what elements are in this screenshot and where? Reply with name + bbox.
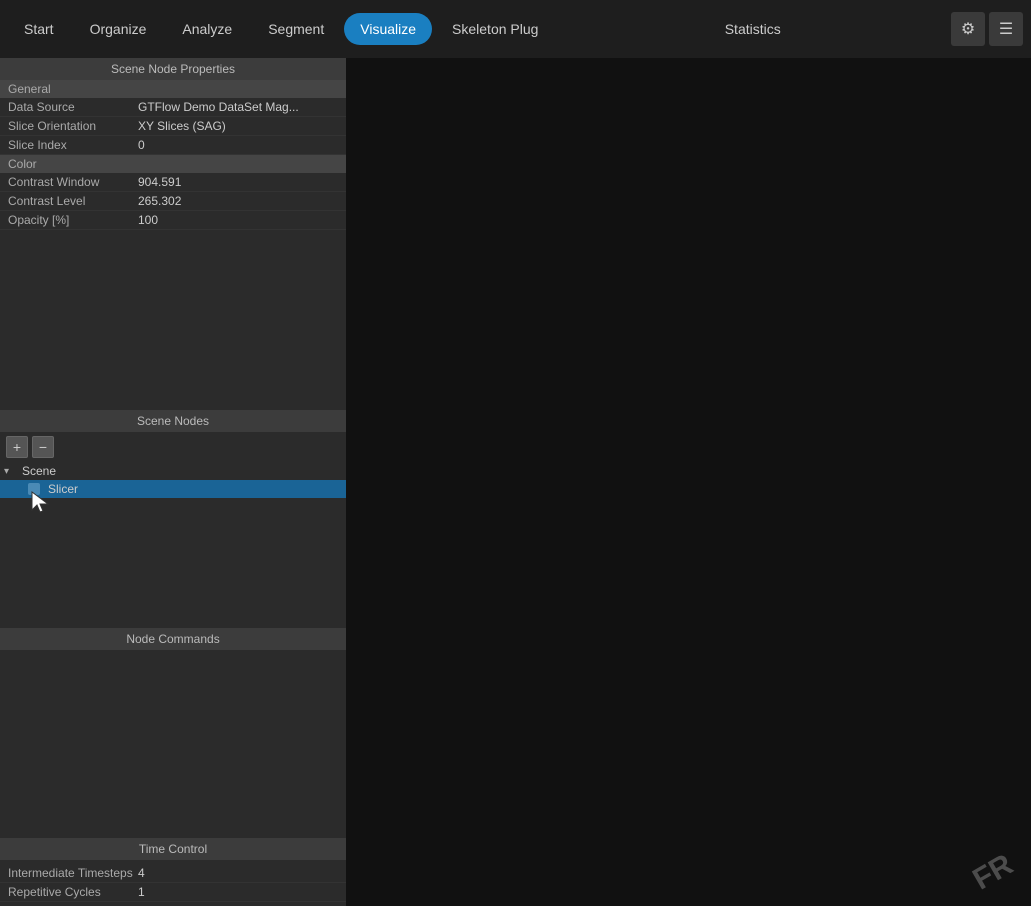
color-group-header: Color: [0, 155, 346, 173]
svg-text:FR: FR: [967, 848, 1018, 897]
settings-icon: ⚙: [961, 19, 975, 39]
node-commands-panel: Node Commands: [0, 628, 346, 838]
cycles-value: 1: [138, 885, 338, 899]
prop-row-opacity: Opacity [%] 100: [0, 211, 346, 230]
watermark: FR: [960, 835, 1027, 902]
tree-label-scene: Scene: [22, 464, 56, 478]
nav-start[interactable]: Start: [8, 13, 70, 45]
prop-value-opacity: 100: [138, 213, 338, 227]
slicer-icon: [28, 483, 40, 495]
timesteps-value: 4: [138, 866, 338, 880]
prop-value-slice-orientation: XY Slices (SAG): [138, 119, 338, 133]
top-nav: Start Organize Analyze Segment Visualize…: [0, 0, 1031, 58]
prop-label-contrast-window: Contrast Window: [8, 175, 138, 189]
nav-visualize[interactable]: Visualize: [344, 13, 432, 45]
scene-nodes-panel: Scene Nodes + − ▾ Scene Slicer: [0, 410, 346, 628]
scene-nodes-header: Scene Nodes: [0, 410, 346, 432]
time-control-row-cycles: Repetitive Cycles 1: [0, 883, 346, 902]
add-node-button[interactable]: +: [6, 436, 28, 458]
plus-icon: +: [13, 439, 21, 455]
prop-row-contrast-level: Contrast Level 265.302: [0, 192, 346, 211]
prop-label-contrast-level: Contrast Level: [8, 194, 138, 208]
menu-icon: ☰: [999, 19, 1013, 39]
time-control-content: Intermediate Timesteps 4 Repetitive Cycl…: [0, 860, 346, 906]
properties-content: General Data Source GTFlow Demo DataSet …: [0, 80, 346, 410]
prop-value-contrast-window: 904.591: [138, 175, 338, 189]
general-group-header: General: [0, 80, 346, 98]
scene-nodes-toolbar: + −: [0, 432, 346, 462]
prop-row-contrast-window: Contrast Window 904.591: [0, 173, 346, 192]
prop-value-slice-index: 0: [138, 138, 338, 152]
prop-value-contrast-level: 265.302: [138, 194, 338, 208]
main-content: Scene Node Properties General Data Sourc…: [0, 58, 1031, 906]
prop-value-data-source: GTFlow Demo DataSet Mag...: [138, 100, 338, 114]
cycles-label: Repetitive Cycles: [8, 885, 138, 899]
nav-organize[interactable]: Organize: [74, 13, 163, 45]
viewport-panel[interactable]: FR: [346, 58, 1031, 906]
tree-arrow-scene: ▾: [4, 466, 18, 477]
prop-row-slice-orientation: Slice Orientation XY Slices (SAG): [0, 117, 346, 136]
time-control-header: Time Control: [0, 838, 346, 860]
nav-segment[interactable]: Segment: [252, 13, 340, 45]
properties-header: Scene Node Properties: [0, 58, 346, 80]
remove-node-button[interactable]: −: [32, 436, 54, 458]
prop-label-slice-index: Slice Index: [8, 138, 138, 152]
nav-analyze[interactable]: Analyze: [166, 13, 248, 45]
prop-row-slice-index: Slice Index 0: [0, 136, 346, 155]
tree-row-scene[interactable]: ▾ Scene: [0, 462, 346, 480]
commands-content: [0, 650, 346, 838]
prop-row-data-source: Data Source GTFlow Demo DataSet Mag...: [0, 98, 346, 117]
tree-row-slicer[interactable]: Slicer: [0, 480, 346, 498]
tree-content: ▾ Scene Slicer: [0, 462, 346, 628]
nav-statistics[interactable]: Statistics: [709, 13, 797, 45]
menu-button[interactable]: ☰: [989, 12, 1023, 46]
prop-label-opacity: Opacity [%]: [8, 213, 138, 227]
nav-skeleton-plug[interactable]: Skeleton Plug: [436, 13, 554, 45]
prop-label-data-source: Data Source: [8, 100, 138, 114]
settings-button[interactable]: ⚙: [951, 12, 985, 46]
tree-label-slicer: Slicer: [48, 482, 78, 496]
prop-label-slice-orientation: Slice Orientation: [8, 119, 138, 133]
left-panel: Scene Node Properties General Data Sourc…: [0, 58, 346, 906]
node-commands-header: Node Commands: [0, 628, 346, 650]
tree-empty-space: [0, 498, 346, 628]
time-control-row-timesteps: Intermediate Timesteps 4: [0, 864, 346, 883]
properties-panel: Scene Node Properties General Data Sourc…: [0, 58, 346, 410]
time-control-panel: Time Control Intermediate Timesteps 4 Re…: [0, 838, 346, 906]
timesteps-label: Intermediate Timesteps: [8, 866, 138, 880]
minus-icon: −: [39, 439, 47, 455]
